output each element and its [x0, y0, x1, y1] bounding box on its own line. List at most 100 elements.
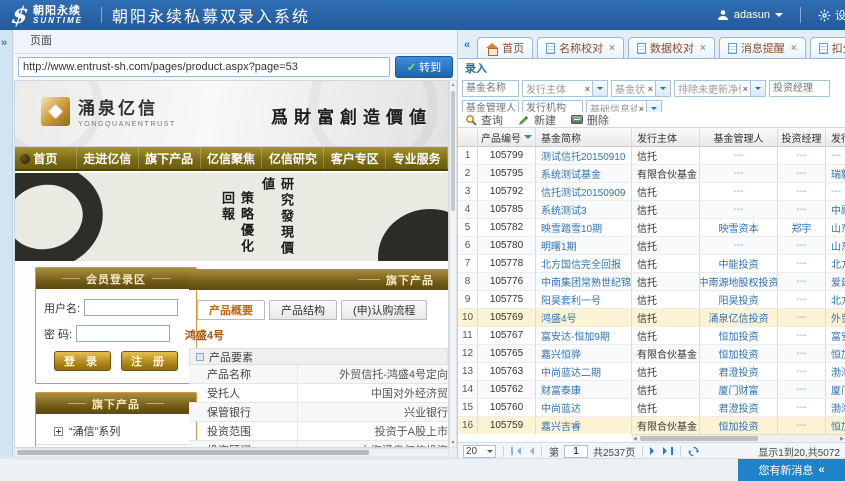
cell-issue-org[interactable]: 恒加 — [826, 345, 845, 362]
table-row[interactable]: 14105762财富泰康信托厦门财富---厦门信托 — [458, 381, 845, 399]
content-tab-0[interactable]: 产品概要 — [197, 300, 265, 320]
page-input[interactable] — [564, 445, 588, 458]
expand-icon[interactable]: » — [0, 30, 12, 49]
cell-fund-name-link[interactable]: 嘉兴吉睿 — [536, 417, 632, 434]
content-tab-1[interactable]: 产品结构 — [269, 300, 337, 320]
table-row[interactable]: 5105782映雪踏雪10期信托映雪资本郑宇山东信托 — [458, 219, 845, 237]
url-input[interactable] — [18, 57, 390, 77]
cell-fund-name-link[interactable]: 嘉兴恒骅 — [536, 345, 632, 362]
cell-fund-name-link[interactable]: 映雪踏雪10期 — [536, 219, 632, 236]
exclude-nav-combo[interactable]: 排除未更新净值基金 × — [674, 80, 766, 97]
cell-fund-name-link[interactable]: 阳昊套利一号 — [536, 291, 632, 308]
site-nav-item[interactable]: 亿信聚焦 — [201, 147, 263, 169]
cell-fund-manager[interactable]: 中南源地股权投资 — [700, 273, 778, 290]
username-input[interactable] — [84, 299, 178, 316]
go-button[interactable]: ✓ 转到 — [395, 56, 453, 78]
col-issue-subject[interactable]: 发行主体 — [632, 128, 700, 146]
site-nav-item[interactable]: 亿信研究 — [262, 147, 324, 169]
tab-page-3[interactable]: 消息提醒× — [719, 37, 806, 58]
last-page-button[interactable] — [663, 447, 673, 455]
combo-arrow-icon[interactable] — [750, 81, 765, 96]
content-tab-2[interactable]: (申)认购流程 — [341, 300, 427, 320]
tree-item[interactable]: “涌信”系列 — [36, 418, 196, 445]
cell-fund-manager[interactable]: 中能投资 — [700, 255, 778, 272]
prev-page-button[interactable] — [526, 447, 534, 455]
scroll-up-icon[interactable]: ▲ — [450, 82, 456, 88]
cell-issue-org[interactable]: 山东信托 — [826, 237, 845, 254]
cell-fund-manager[interactable]: 厦门财富 — [700, 381, 778, 398]
login-button[interactable]: 登 录 — [54, 351, 111, 371]
table-row[interactable]: 15105760中尚蓝达信托君澄投资---渤海信托 — [458, 399, 845, 417]
search-button[interactable]: 查询 — [465, 112, 503, 128]
first-page-button[interactable] — [511, 447, 521, 455]
cell-fund-manager[interactable]: 恒加投资 — [700, 327, 778, 344]
cell-issue-org[interactable]: 厦门信托 — [826, 381, 845, 398]
cell-fund-manager[interactable]: 君澄投资 — [700, 363, 778, 380]
pager-reload-button[interactable] — [688, 446, 699, 457]
col-product-code[interactable]: 产品编号 — [478, 128, 536, 146]
invest-manager-filter-input[interactable] — [769, 80, 830, 97]
combo-arrow-icon[interactable] — [592, 81, 607, 96]
cell-issue-org[interactable]: 中融 — [826, 201, 845, 218]
site-logo[interactable]: 涌泉亿信 YONGQUANENTRUST — [41, 94, 176, 128]
tab-close-icon[interactable]: × — [609, 43, 615, 54]
table-row[interactable]: 7105778北方国信完全回报信托中能投资---北方信托 — [458, 255, 845, 273]
cell-fund-manager[interactable]: 涌泉亿信投资 — [700, 309, 778, 326]
delete-button[interactable]: 删除 — [571, 112, 609, 128]
cell-fund-manager[interactable]: 阳昊投资 — [700, 291, 778, 308]
cell-issue-org[interactable]: 山东信托 — [826, 219, 845, 236]
table-row[interactable]: 4105785系统测试3信托------中融 — [458, 201, 845, 219]
cell-issue-org[interactable]: 渤海信托 — [826, 363, 845, 380]
cell-issue-org[interactable]: 北方信托 — [826, 255, 845, 272]
table-row[interactable]: 2105795系统测试基金有限合伙基金------瑞毅 — [458, 165, 845, 183]
cell-fund-manager[interactable]: 恒加投资 — [700, 417, 778, 434]
issue-subject-combo[interactable]: 发行主体 × — [522, 80, 608, 97]
cell-fund-name-link[interactable]: 测试信托20150910 — [536, 147, 632, 164]
register-button[interactable]: 注 册 — [121, 351, 178, 371]
next-page-button[interactable] — [650, 447, 658, 455]
site-nav-item[interactable]: 客户专区 — [324, 147, 386, 169]
web-hscrollbar[interactable] — [14, 448, 449, 457]
cell-fund-name-link[interactable]: 鸿盛4号 — [536, 309, 632, 326]
web-vscrollbar[interactable]: ▲ ▼ — [449, 80, 457, 448]
table-row[interactable]: 10105769鸿盛4号信托涌泉亿信投资---外贸信托 — [458, 309, 845, 327]
table-row[interactable]: 16105759嘉兴吉睿有限合伙基金恒加投资---恒加 — [458, 417, 845, 434]
tab-page-4[interactable]: 扣分绩效统计× — [810, 37, 845, 58]
user-menu[interactable]: adasun — [717, 9, 783, 21]
table-row[interactable]: 6105780明曙1期信托------山东信托 — [458, 237, 845, 255]
cell-fund-name-link[interactable]: 系统测试基金 — [536, 165, 632, 182]
col-invest-manager[interactable]: 投资经理 — [778, 128, 826, 146]
combo-arrow-icon[interactable] — [655, 81, 670, 96]
col-fund-manager[interactable]: 基金管理人 — [700, 128, 778, 146]
cell-fund-name-link[interactable]: 财富泰康 — [536, 381, 632, 398]
site-nav-item[interactable]: 专业服务 — [386, 147, 448, 169]
site-nav-item[interactable]: 旗下产品 — [139, 147, 201, 169]
cell-issue-org[interactable]: 北方信托 — [826, 291, 845, 308]
table-row[interactable]: 3105792信托测试20150909信托--------- — [458, 183, 845, 201]
grid-hscrollbar[interactable]: ◀ ▶ — [632, 434, 845, 442]
site-nav-item[interactable]: 走进亿信 — [77, 147, 139, 169]
combo-clear-icon[interactable]: × — [646, 84, 655, 94]
cell-fund-manager[interactable]: 恒加投资 — [700, 345, 778, 362]
cell-fund-name-link[interactable]: 中尚蓝达二期 — [536, 363, 632, 380]
scroll-down-icon[interactable]: ▼ — [450, 440, 456, 446]
table-row[interactable]: 12105765嘉兴恒骅有限合伙基金恒加投资---恒加 — [458, 345, 845, 363]
tab-home[interactable]: 首页 — [477, 37, 533, 58]
cell-issue-org[interactable]: 外贸信托 — [826, 309, 845, 326]
cell-issue-org[interactable]: 瑞毅 — [826, 165, 845, 182]
tree-expand-icon[interactable] — [54, 427, 63, 436]
page-size-select[interactable]: 20 — [463, 445, 496, 458]
site-nav-item[interactable]: 首页 — [15, 147, 77, 169]
cell-fund-manager[interactable]: 映雪资本 — [700, 219, 778, 236]
fund-status-combo[interactable]: 基金状态 × — [611, 80, 671, 97]
cell-fund-name-link[interactable]: 中尚蓝达 — [536, 399, 632, 416]
password-input[interactable] — [76, 325, 170, 342]
cell-issue-org[interactable]: 恒加 — [826, 417, 845, 434]
hscrollbar-thumb[interactable] — [17, 450, 369, 455]
settings-button[interactable]: 设置 — [818, 7, 845, 23]
table-row[interactable]: 11105767富安达-恒加9期信托恒加投资---富安达 — [458, 327, 845, 345]
cell-fund-name-link[interactable]: 中南集团常熟世纪锦城 — [536, 273, 632, 290]
col-fund-name[interactable]: 基金简称 — [536, 128, 632, 146]
cell-issue-org[interactable]: 富安达 — [826, 327, 845, 344]
combo-clear-icon[interactable]: × — [741, 84, 750, 94]
